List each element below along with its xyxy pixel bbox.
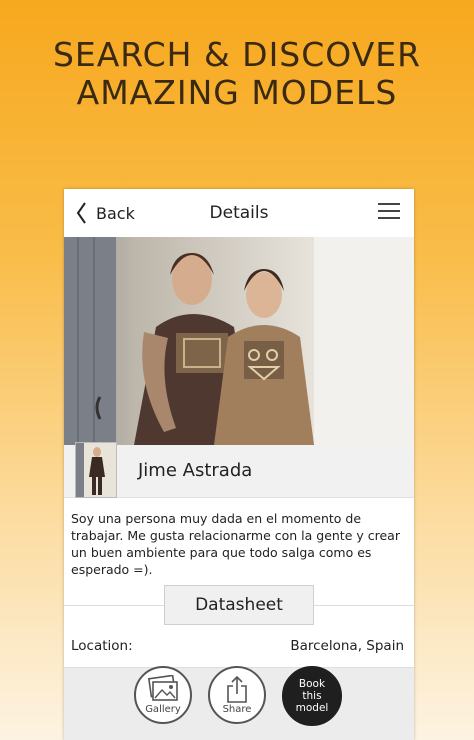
share-label: Share: [222, 704, 252, 715]
phone-screen: Back Details Jime Astrada Soy una person…: [64, 189, 414, 740]
gallery-button[interactable]: Gallery: [134, 666, 192, 724]
share-button[interactable]: Share: [208, 666, 266, 724]
location-value: Barcelona, Spain: [290, 638, 404, 654]
model-name-bar: Jime Astrada: [64, 442, 414, 498]
datasheet-button[interactable]: Datasheet: [164, 585, 314, 625]
gallery-icon: [136, 675, 190, 703]
model-thumbnail[interactable]: [75, 442, 117, 498]
promo-headline-line1: SEARCH & DISCOVER: [52, 35, 422, 74]
model-bio: Soy una persona muy dada en el momento d…: [71, 511, 400, 577]
book-model-label: Book this model: [295, 678, 329, 714]
navigation-bar: Back Details: [64, 189, 414, 238]
promo-headline-line2: AMAZING MODELS: [76, 73, 398, 112]
hamburger-menu-icon[interactable]: [378, 203, 400, 221]
share-icon: [210, 675, 264, 703]
chevron-left-icon: [76, 202, 86, 224]
book-model-button[interactable]: Book this model: [282, 666, 342, 726]
gallery-label: Gallery: [145, 704, 181, 715]
model-name: Jime Astrada: [138, 460, 253, 481]
back-button[interactable]: Back: [76, 200, 135, 226]
back-label: Back: [96, 203, 135, 223]
location-label: Location:: [71, 638, 133, 654]
promo-headline: SEARCH & DISCOVER AMAZING MODELS: [0, 36, 474, 112]
model-photo: [64, 237, 414, 445]
